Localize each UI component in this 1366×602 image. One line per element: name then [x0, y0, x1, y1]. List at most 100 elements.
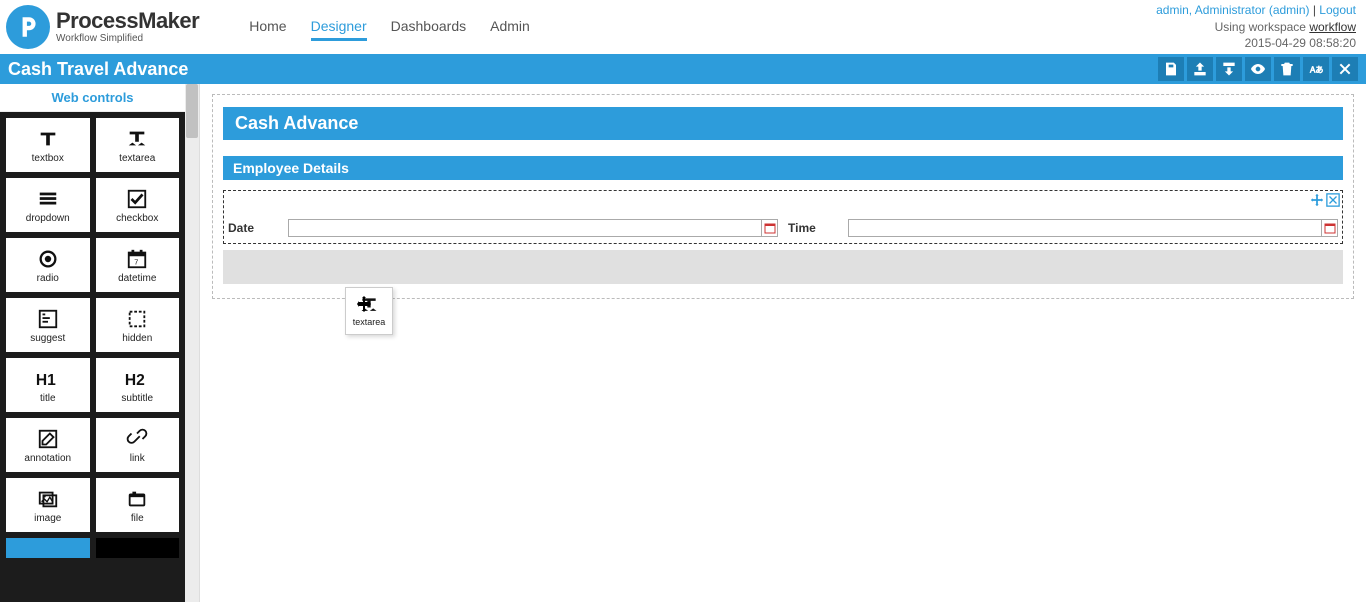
- field-date[interactable]: Date: [228, 219, 778, 237]
- row-delete-handle[interactable]: [1326, 193, 1340, 207]
- dropdown-icon: [34, 187, 62, 211]
- controls-sidebar: Web controls textbox textarea dropdown c…: [0, 84, 185, 602]
- current-user-link[interactable]: admin, Administrator (admin): [1156, 3, 1309, 17]
- title-icon: H1: [34, 367, 62, 391]
- row-move-handle[interactable]: [1310, 193, 1324, 207]
- svg-text:H1: H1: [36, 372, 56, 389]
- save-button[interactable]: [1158, 57, 1184, 81]
- control-dropdown[interactable]: dropdown: [6, 178, 90, 232]
- control-title[interactable]: H1 title: [6, 358, 90, 412]
- sidebar-header: Web controls: [0, 84, 185, 112]
- brand-logo-icon: [6, 5, 50, 49]
- control-textbox[interactable]: textbox: [6, 118, 90, 172]
- control-label: textarea: [119, 153, 155, 164]
- workspace-name: workflow: [1309, 20, 1356, 34]
- svg-text:H2: H2: [125, 372, 145, 389]
- control-label: subtitle: [121, 393, 153, 404]
- nav-admin[interactable]: Admin: [490, 14, 530, 41]
- scrollbar-thumb[interactable]: [186, 84, 198, 138]
- control-link[interactable]: link: [96, 418, 180, 472]
- field-label: Time: [788, 221, 842, 235]
- nav-dashboards[interactable]: Dashboards: [391, 14, 467, 41]
- web-controls-grid: textbox textarea dropdown checkbox radio…: [0, 112, 185, 602]
- control-hidden[interactable]: hidden: [96, 298, 180, 352]
- language-button[interactable]: Aあ: [1303, 57, 1329, 81]
- drop-target-row[interactable]: [223, 250, 1343, 284]
- control-label: datetime: [118, 273, 156, 284]
- header-user-block: admin, Administrator (admin) | Logout Us…: [1156, 2, 1356, 52]
- link-icon: [123, 427, 151, 451]
- control-label: link: [130, 453, 145, 464]
- control-file[interactable]: file: [96, 478, 180, 532]
- brand-name: ProcessMaker: [56, 10, 199, 32]
- control-radio[interactable]: radio: [6, 238, 90, 292]
- page-title-bar: Cash Travel Advance Aあ: [0, 54, 1366, 84]
- control-label: hidden: [122, 333, 152, 344]
- workspace-prefix: Using workspace: [1215, 20, 1310, 34]
- control-textarea[interactable]: textarea: [96, 118, 180, 172]
- form-section-subtitle[interactable]: Employee Details: [223, 156, 1343, 180]
- control-label: dropdown: [26, 213, 70, 224]
- fields-row: Date Time: [226, 215, 1340, 241]
- suggest-icon: [34, 307, 62, 331]
- textbox-icon: [34, 127, 62, 151]
- control-label: annotation: [24, 453, 71, 464]
- control-label: title: [40, 393, 56, 404]
- export-button[interactable]: [1216, 57, 1242, 81]
- control-checkbox[interactable]: checkbox: [96, 178, 180, 232]
- image-icon: [34, 487, 62, 511]
- move-cursor-icon: [355, 295, 373, 313]
- user-sep: |: [1310, 3, 1320, 17]
- textarea-icon: [123, 127, 151, 151]
- field-time[interactable]: Time: [788, 219, 1338, 237]
- form-section-title[interactable]: Cash Advance: [223, 107, 1343, 140]
- control-suggest[interactable]: suggest: [6, 298, 90, 352]
- app-header: ProcessMaker Workflow Simplified Home De…: [0, 0, 1366, 54]
- selected-row[interactable]: Date Time: [223, 190, 1343, 244]
- main-area: Web controls textbox textarea dropdown c…: [0, 84, 1366, 602]
- control-swatch-black[interactable]: [96, 538, 180, 558]
- control-swatch-blue[interactable]: [6, 538, 90, 558]
- calendar-icon[interactable]: [1322, 219, 1338, 237]
- control-label: image: [34, 513, 61, 524]
- form-canvas-area: Cash Advance Employee Details Date: [200, 84, 1366, 602]
- control-label: file: [131, 513, 144, 524]
- brand-tagline: Workflow Simplified: [56, 34, 199, 44]
- file-icon: [123, 487, 151, 511]
- sidebar-scrollbar[interactable]: [185, 84, 199, 602]
- page-title: Cash Travel Advance: [8, 59, 188, 80]
- primary-nav: Home Designer Dashboards Admin: [249, 14, 530, 41]
- date-input[interactable]: [288, 219, 762, 237]
- radio-icon: [34, 247, 62, 271]
- import-button[interactable]: [1187, 57, 1213, 81]
- control-label: textbox: [32, 153, 64, 164]
- logout-link[interactable]: Logout: [1319, 3, 1356, 17]
- svg-text:Aあ: Aあ: [1310, 65, 1323, 74]
- time-input[interactable]: [848, 219, 1322, 237]
- nav-home[interactable]: Home: [249, 14, 286, 41]
- preview-button[interactable]: [1245, 57, 1271, 81]
- row-handles: [1310, 193, 1340, 207]
- sidebar-wrap: Web controls textbox textarea dropdown c…: [0, 84, 200, 602]
- drag-ghost-label: textarea: [353, 317, 386, 327]
- control-label: suggest: [30, 333, 65, 344]
- control-image[interactable]: image: [6, 478, 90, 532]
- subtitle-icon: H2: [123, 367, 151, 391]
- server-timestamp: 2015-04-29 08:58:20: [1156, 35, 1356, 52]
- delete-button[interactable]: [1274, 57, 1300, 81]
- datetime-icon: 7: [123, 247, 151, 271]
- page-toolbar: Aあ: [1158, 57, 1358, 81]
- control-label: radio: [37, 273, 59, 284]
- svg-text:7: 7: [135, 257, 139, 266]
- control-datetime[interactable]: 7 datetime: [96, 238, 180, 292]
- control-annotation[interactable]: annotation: [6, 418, 90, 472]
- control-label: checkbox: [116, 213, 158, 224]
- control-subtitle[interactable]: H2 subtitle: [96, 358, 180, 412]
- annotation-icon: [34, 427, 62, 451]
- nav-designer[interactable]: Designer: [311, 14, 367, 41]
- calendar-icon[interactable]: [762, 219, 778, 237]
- form-canvas[interactable]: Cash Advance Employee Details Date: [212, 94, 1354, 299]
- close-button[interactable]: [1332, 57, 1358, 81]
- brand: ProcessMaker Workflow Simplified: [6, 5, 199, 49]
- field-label: Date: [228, 221, 282, 235]
